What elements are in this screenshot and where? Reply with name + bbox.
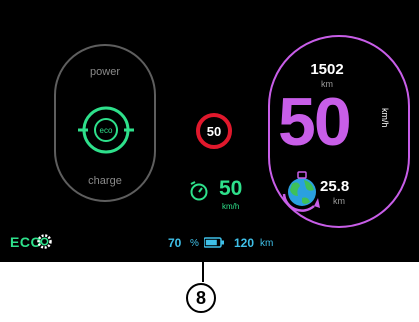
- battery-percent: 70: [168, 236, 182, 250]
- cruise-speed: 50: [219, 177, 243, 200]
- speed-limit-value: 50: [206, 123, 222, 139]
- instrument-screen: power charge eco 50 50 km/h 1502 km 50 k…: [0, 0, 419, 262]
- current-speed: 50: [278, 84, 352, 160]
- eco-saved-unit: km: [333, 196, 345, 206]
- range-value: 120: [234, 236, 255, 250]
- globe-icon: [282, 171, 320, 212]
- eco-saved-distance: 25.8: [320, 178, 350, 195]
- battery-icon: [203, 237, 224, 248]
- callout-number-label: 8: [195, 287, 206, 308]
- cruise-speed-unit: km/h: [222, 202, 240, 211]
- power-label: power: [90, 66, 120, 78]
- callout-leader-line: [202, 200, 204, 282]
- current-speed-unit: km/h: [380, 108, 390, 128]
- range-unit: km: [260, 238, 274, 249]
- charge-label: charge: [88, 175, 122, 187]
- battery-percent-symbol: %: [190, 238, 199, 249]
- eco-gauge-icon: eco: [78, 106, 134, 154]
- odometer-value: 1502: [310, 61, 344, 78]
- eco-mode-icon: [37, 234, 52, 249]
- speed-limit-sign: 50: [196, 113, 232, 149]
- callout-number: 8: [186, 283, 216, 313]
- speed-limiter-icon: [190, 181, 208, 201]
- eco-gauge-label: eco: [100, 126, 113, 135]
